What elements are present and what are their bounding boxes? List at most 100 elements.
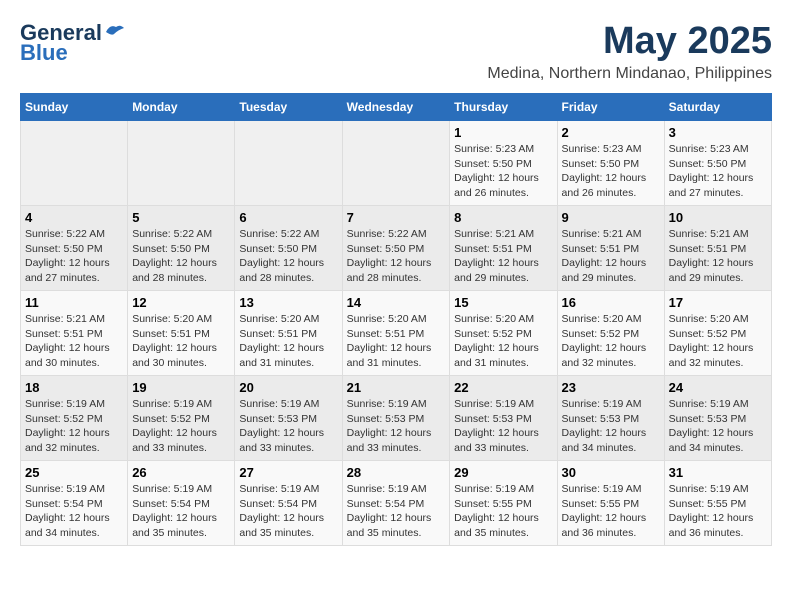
calendar-cell: 15 Sunrise: 5:20 AM Sunset: 5:52 PM Dayli…: [450, 291, 557, 376]
calendar-cell: 14Sunrise: 5:20 AM Sunset: 5:51 PM Dayli…: [342, 291, 450, 376]
calendar-row-5: 25 Sunrise: 5:19 AM Sunset: 5:54 PM Dayli…: [21, 461, 772, 546]
day-number: 21: [347, 380, 446, 395]
day-info: Sunrise: 5:19 AM Sunset: 5:52 PM Dayligh…: [132, 397, 230, 456]
calendar-cell: 21 Sunrise: 5:19 AM Sunset: 5:53 PM Dayli…: [342, 376, 450, 461]
day-info: Sunrise: 5:20 AM Sunset: 5:52 PM Dayligh…: [562, 312, 660, 371]
day-info: Sunrise: 5:20 AM Sunset: 5:52 PM Dayligh…: [669, 312, 767, 371]
day-number: 13: [239, 295, 337, 310]
col-header-wednesday: Wednesday: [342, 94, 450, 121]
day-number: 15: [454, 295, 552, 310]
calendar-cell: 23 Sunrise: 5:19 AM Sunset: 5:53 PM Dayli…: [557, 376, 664, 461]
calendar-cell: [342, 121, 450, 206]
calendar-cell: 25 Sunrise: 5:19 AM Sunset: 5:54 PM Dayli…: [21, 461, 128, 546]
calendar-cell: 29 Sunrise: 5:19 AM Sunset: 5:55 PM Dayli…: [450, 461, 557, 546]
calendar-row-2: 4 Sunrise: 5:22 AM Sunset: 5:50 PM Daylig…: [21, 206, 772, 291]
calendar-cell: 2Sunrise: 5:23 AM Sunset: 5:50 PM Daylig…: [557, 121, 664, 206]
day-number: 24: [669, 380, 767, 395]
day-number: 27: [239, 465, 337, 480]
col-header-monday: Monday: [128, 94, 235, 121]
day-number: 10: [669, 210, 767, 225]
day-info: Sunrise: 5:19 AM Sunset: 5:52 PM Dayligh…: [25, 397, 123, 456]
calendar-cell: 3Sunrise: 5:23 AM Sunset: 5:50 PM Daylig…: [664, 121, 771, 206]
calendar-cell: 27 Sunrise: 5:19 AM Sunset: 5:54 PM Dayli…: [235, 461, 342, 546]
day-number: 20: [239, 380, 337, 395]
calendar-cell: 4 Sunrise: 5:22 AM Sunset: 5:50 PM Daylig…: [21, 206, 128, 291]
col-header-thursday: Thursday: [450, 94, 557, 121]
calendar-cell: 31Sunrise: 5:19 AM Sunset: 5:55 PM Dayli…: [664, 461, 771, 546]
page-title: May 2025: [487, 20, 772, 63]
day-info: Sunrise: 5:23 AM Sunset: 5:50 PM Dayligh…: [454, 142, 552, 201]
day-number: 4: [25, 210, 123, 225]
calendar-cell: 16 Sunrise: 5:20 AM Sunset: 5:52 PM Dayli…: [557, 291, 664, 376]
day-number: 22: [454, 380, 552, 395]
day-number: 11: [25, 295, 123, 310]
logo-blue: Blue: [20, 40, 68, 66]
calendar-cell: 28Sunrise: 5:19 AM Sunset: 5:54 PM Dayli…: [342, 461, 450, 546]
day-number: 9: [562, 210, 660, 225]
day-number: 6: [239, 210, 337, 225]
calendar-cell: 7Sunrise: 5:22 AM Sunset: 5:50 PM Daylig…: [342, 206, 450, 291]
calendar-row-4: 18Sunrise: 5:19 AM Sunset: 5:52 PM Dayli…: [21, 376, 772, 461]
calendar-cell: 22 Sunrise: 5:19 AM Sunset: 5:53 PM Dayli…: [450, 376, 557, 461]
calendar-cell: 10 Sunrise: 5:21 AM Sunset: 5:51 PM Dayli…: [664, 206, 771, 291]
calendar-cell: 11Sunrise: 5:21 AM Sunset: 5:51 PM Dayli…: [21, 291, 128, 376]
day-number: 5: [132, 210, 230, 225]
calendar-cell: 8 Sunrise: 5:21 AM Sunset: 5:51 PM Daylig…: [450, 206, 557, 291]
col-header-saturday: Saturday: [664, 94, 771, 121]
calendar-cell: 30 Sunrise: 5:19 AM Sunset: 5:55 PM Dayli…: [557, 461, 664, 546]
calendar-cell: 17 Sunrise: 5:20 AM Sunset: 5:52 PM Dayli…: [664, 291, 771, 376]
day-info: Sunrise: 5:19 AM Sunset: 5:53 PM Dayligh…: [454, 397, 552, 456]
day-info: Sunrise: 5:20 AM Sunset: 5:51 PM Dayligh…: [239, 312, 337, 371]
calendar-cell: 19 Sunrise: 5:19 AM Sunset: 5:52 PM Dayli…: [128, 376, 235, 461]
calendar-cell: [235, 121, 342, 206]
day-number: 1: [454, 125, 552, 140]
day-number: 8: [454, 210, 552, 225]
day-number: 19: [132, 380, 230, 395]
day-info: Sunrise: 5:22 AM Sunset: 5:50 PM Dayligh…: [25, 227, 123, 286]
col-header-friday: Friday: [557, 94, 664, 121]
day-number: 26: [132, 465, 230, 480]
day-info: Sunrise: 5:19 AM Sunset: 5:54 PM Dayligh…: [239, 482, 337, 541]
calendar-cell: 18Sunrise: 5:19 AM Sunset: 5:52 PM Dayli…: [21, 376, 128, 461]
day-info: Sunrise: 5:20 AM Sunset: 5:51 PM Dayligh…: [347, 312, 446, 371]
day-info: Sunrise: 5:21 AM Sunset: 5:51 PM Dayligh…: [669, 227, 767, 286]
day-number: 23: [562, 380, 660, 395]
calendar-cell: [21, 121, 128, 206]
day-number: 31: [669, 465, 767, 480]
logo-bird-icon: [104, 22, 126, 40]
calendar-cell: 5 Sunrise: 5:22 AM Sunset: 5:50 PM Daylig…: [128, 206, 235, 291]
day-number: 30: [562, 465, 660, 480]
calendar-cell: 26 Sunrise: 5:19 AM Sunset: 5:54 PM Dayli…: [128, 461, 235, 546]
day-info: Sunrise: 5:19 AM Sunset: 5:53 PM Dayligh…: [669, 397, 767, 456]
day-info: Sunrise: 5:22 AM Sunset: 5:50 PM Dayligh…: [132, 227, 230, 286]
title-area: May 2025 Medina, Northern Mindanao, Phil…: [487, 20, 772, 83]
day-info: Sunrise: 5:19 AM Sunset: 5:55 PM Dayligh…: [562, 482, 660, 541]
day-number: 29: [454, 465, 552, 480]
day-info: Sunrise: 5:19 AM Sunset: 5:54 PM Dayligh…: [132, 482, 230, 541]
day-info: Sunrise: 5:21 AM Sunset: 5:51 PM Dayligh…: [454, 227, 552, 286]
day-info: Sunrise: 5:19 AM Sunset: 5:55 PM Dayligh…: [454, 482, 552, 541]
day-info: Sunrise: 5:20 AM Sunset: 5:51 PM Dayligh…: [132, 312, 230, 371]
calendar-cell: 20 Sunrise: 5:19 AM Sunset: 5:53 PM Dayli…: [235, 376, 342, 461]
logo: General Blue: [20, 20, 126, 66]
day-number: 17: [669, 295, 767, 310]
page-header: General Blue May 2025 Medina, Northern M…: [20, 20, 772, 83]
day-number: 25: [25, 465, 123, 480]
calendar-cell: 12Sunrise: 5:20 AM Sunset: 5:51 PM Dayli…: [128, 291, 235, 376]
day-info: Sunrise: 5:23 AM Sunset: 5:50 PM Dayligh…: [562, 142, 660, 201]
calendar-cell: [128, 121, 235, 206]
day-info: Sunrise: 5:20 AM Sunset: 5:52 PM Dayligh…: [454, 312, 552, 371]
calendar-cell: 24 Sunrise: 5:19 AM Sunset: 5:53 PM Dayli…: [664, 376, 771, 461]
col-header-tuesday: Tuesday: [235, 94, 342, 121]
calendar-row-1: 1 Sunrise: 5:23 AM Sunset: 5:50 PM Daylig…: [21, 121, 772, 206]
page-subtitle: Medina, Northern Mindanao, Philippines: [487, 65, 772, 83]
day-number: 16: [562, 295, 660, 310]
day-info: Sunrise: 5:21 AM Sunset: 5:51 PM Dayligh…: [562, 227, 660, 286]
day-info: Sunrise: 5:19 AM Sunset: 5:53 PM Dayligh…: [562, 397, 660, 456]
calendar-cell: 9 Sunrise: 5:21 AM Sunset: 5:51 PM Daylig…: [557, 206, 664, 291]
day-number: 3: [669, 125, 767, 140]
day-info: Sunrise: 5:19 AM Sunset: 5:54 PM Dayligh…: [25, 482, 123, 541]
day-info: Sunrise: 5:22 AM Sunset: 5:50 PM Dayligh…: [347, 227, 446, 286]
day-info: Sunrise: 5:19 AM Sunset: 5:53 PM Dayligh…: [239, 397, 337, 456]
day-info: Sunrise: 5:19 AM Sunset: 5:53 PM Dayligh…: [347, 397, 446, 456]
